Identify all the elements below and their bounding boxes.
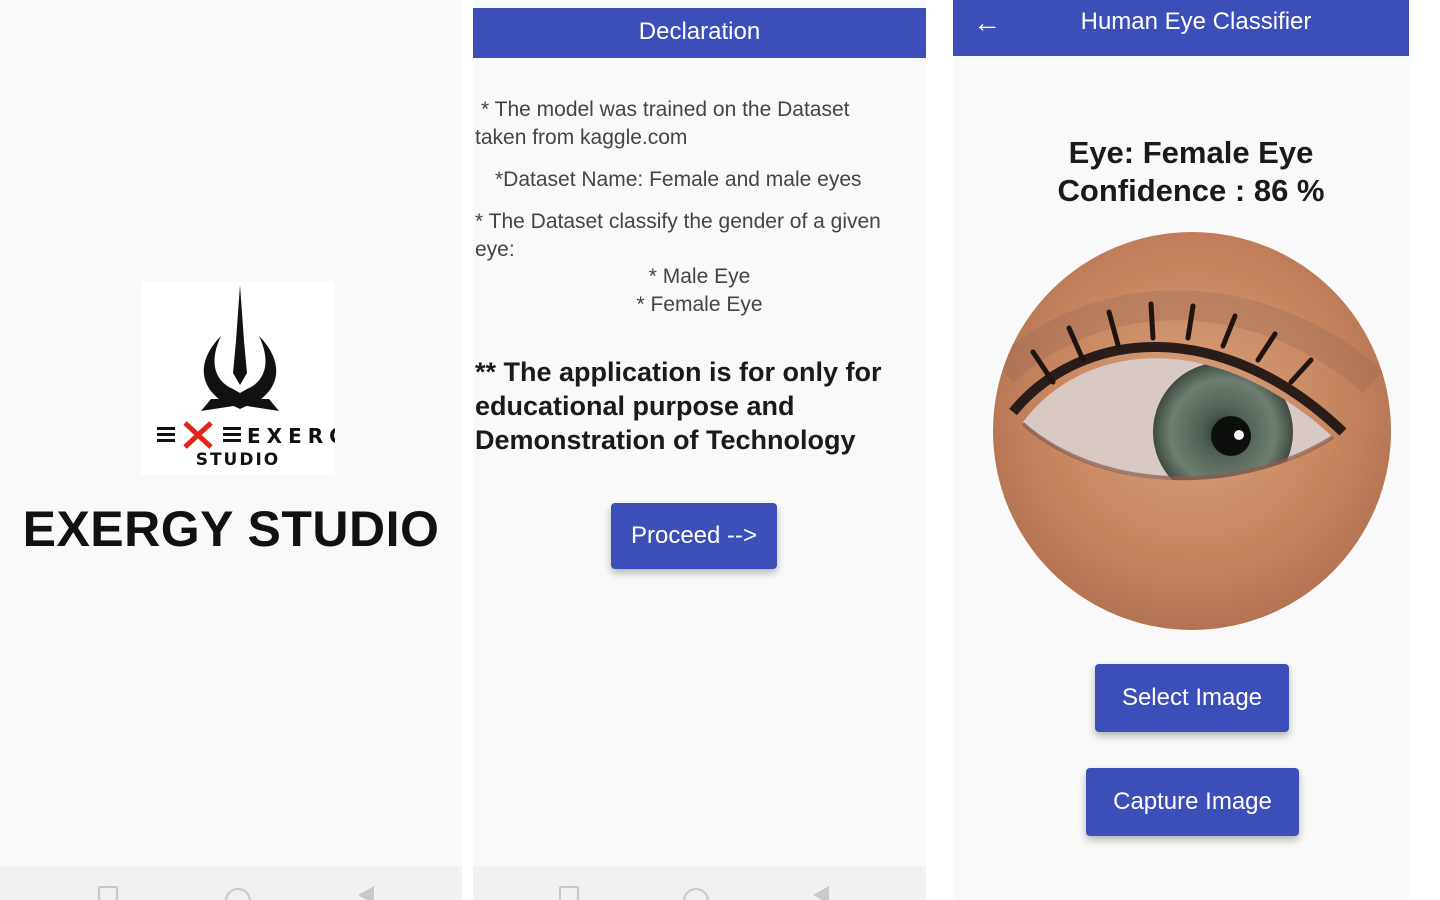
svg-text:EXERGY: EXERGY xyxy=(247,424,335,448)
home-icon[interactable] xyxy=(225,888,251,900)
svg-text:STUDIO: STUDIO xyxy=(196,450,281,470)
splash-screen: EXERGY STUDIO EXERGY STUDIO xyxy=(0,0,462,900)
class-item-female: * Female Eye xyxy=(636,293,763,316)
system-nav-bar xyxy=(0,866,462,900)
recents-icon[interactable] xyxy=(559,886,579,900)
system-nav-bar xyxy=(473,866,926,900)
exergy-logo: EXERGY STUDIO xyxy=(141,281,335,475)
class-item-male: * Male Eye xyxy=(648,265,751,288)
declaration-screen: Declaration * The model was trained on t… xyxy=(473,0,926,900)
prediction-label: Eye: Female Eye xyxy=(1068,135,1314,170)
brand-title: EXERGY STUDIO xyxy=(22,501,440,557)
home-icon[interactable] xyxy=(683,888,709,900)
dataset-name-text: *Dataset Name: Female and male eyes xyxy=(495,168,862,191)
dataset-description-text: * The Dataset classify the gender of a g… xyxy=(475,210,881,261)
capture-image-button[interactable]: Capture Image xyxy=(1086,768,1299,836)
app-bar: ← Human Eye Classifier xyxy=(953,0,1409,56)
dataset-source-text: * The model was trained on the Dataset t… xyxy=(475,98,850,149)
page-title: Human Eye Classifier xyxy=(1080,8,1312,35)
disclaimer-text: ** The application is for only for educa… xyxy=(475,357,882,455)
proceed-button[interactable]: Proceed --> xyxy=(611,503,777,569)
recents-icon[interactable] xyxy=(98,886,118,900)
app-bar: Declaration xyxy=(473,8,926,58)
eye-image xyxy=(993,232,1391,630)
back-triangle-icon[interactable] xyxy=(813,886,829,900)
page-title: Declaration xyxy=(638,18,761,45)
classifier-screen: ← Human Eye Classifier Eye: Female Eye C… xyxy=(953,0,1409,900)
back-triangle-icon[interactable] xyxy=(358,886,374,900)
confidence-label: Confidence : 86 % xyxy=(1057,173,1325,208)
select-image-button[interactable]: Select Image xyxy=(1095,664,1289,732)
trident-icon: EXERGY STUDIO xyxy=(157,285,335,470)
class-list: * Male Eye * Female Eye xyxy=(473,263,926,319)
